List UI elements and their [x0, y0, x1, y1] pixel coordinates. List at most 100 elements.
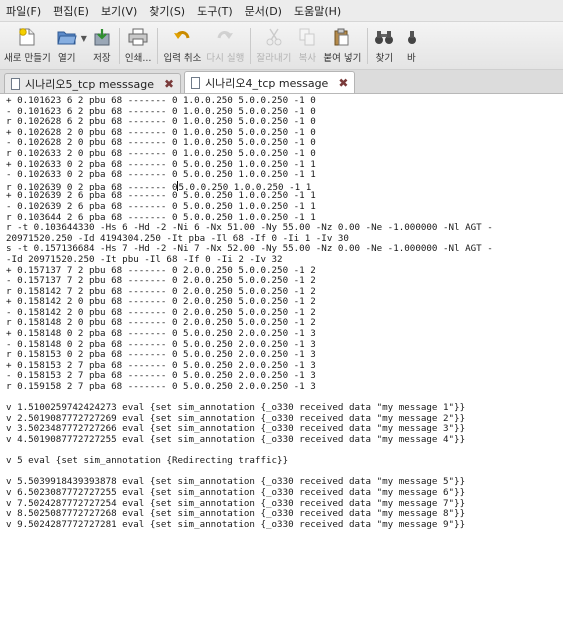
text-line: s -t 0.157136684 -Hs 7 -Hd -2 -Ni 7 -Nx …	[6, 244, 493, 255]
menu-view[interactable]: 보기(V)	[101, 3, 137, 19]
text-line: + 0.157137 7 2 pbu 68 ------- 0 2.0.0.25…	[6, 265, 316, 276]
tab-label: 시나리오4_tcp message	[205, 76, 329, 90]
open-button[interactable]: 열기	[56, 28, 78, 64]
text-line: v 5 eval {set sim_annotation {Redirectin…	[6, 456, 289, 467]
tab-scenario5[interactable]: 시나리오5_tcp messsage ✖	[4, 73, 182, 93]
replace-icon	[401, 28, 421, 46]
copy-icon	[297, 28, 317, 46]
text-line: - 0.101623 6 2 pbu 68 ------- 0 1.0.0.25…	[6, 106, 316, 117]
text-line: v 4.5019087772727255 eval {set sim_annot…	[6, 435, 466, 445]
text-line: + 0.158142 2 0 pbu 68 ------- 0 2.0.0.25…	[6, 297, 316, 308]
save-button[interactable]: 저장	[91, 28, 113, 64]
open-recent-arrow-icon[interactable]: ▼	[81, 34, 87, 43]
text-line: + 0.102628 2 0 pbu 68 ------- 0 1.0.0.25…	[6, 127, 316, 138]
text-line: + 0.101623 6 2 pbu 68 ------- 0 1.0.0.25…	[6, 96, 316, 106]
text-line: v 3.5023487772727266 eval {set sim_annot…	[6, 424, 466, 435]
new-button[interactable]: 새로 만들기	[4, 28, 51, 64]
new-label: 새로 만들기	[4, 53, 51, 64]
text-line: r 0.158142 7 2 pbu 68 ------- 0 2.0.0.25…	[6, 286, 316, 297]
text-line: v 9.5024287772727281 eval {set sim_annot…	[6, 519, 466, 530]
text-line: v 6.5023087772727255 eval {set sim_annot…	[6, 487, 466, 498]
toolbar-separator	[250, 28, 252, 64]
document-icon	[11, 77, 20, 90]
menu-edit[interactable]: 편집(E)	[53, 3, 89, 19]
copy-button[interactable]: 복사	[296, 28, 318, 64]
paste-button[interactable]: 붙여 넣기	[323, 28, 361, 64]
toolbar-separator	[118, 28, 120, 64]
text-line: - 0.102633 0 2 pba 68 ------- 0 5.0.0.25…	[6, 170, 316, 181]
text-line: + 0.102633 0 2 pba 68 ------- 0 5.0.0.25…	[6, 159, 316, 170]
redo-icon	[215, 28, 235, 46]
menu-tools[interactable]: 도구(T)	[197, 3, 233, 19]
text-line: -Id 20971520.250 -It pbu -Il 68 -If 0 -I…	[6, 254, 283, 265]
paste-icon	[332, 28, 352, 46]
scissors-icon	[264, 28, 284, 46]
text-line: - 0.157137 7 2 pbu 68 ------- 0 2.0.0.25…	[6, 276, 316, 287]
text-line: v 1.5100259742424273 eval {set sim_annot…	[6, 403, 466, 414]
toolbar: 새로 만들기 열기 ▼ 저장 인쇄... 입력 취소 다시 실행 잘라내기 복사…	[0, 22, 563, 70]
printer-icon	[128, 28, 148, 46]
new-document-icon	[17, 28, 37, 46]
toolbar-separator	[367, 28, 369, 64]
text-editor-window: 파일(F) 편집(E) 보기(V) 찾기(S) 도구(T) 문서(D) 도움말(…	[0, 0, 563, 641]
undo-label: 입력 취소	[163, 53, 202, 64]
undo-icon	[172, 28, 192, 46]
redo-button[interactable]: 다시 실행	[206, 28, 244, 64]
text-after-cursor: 5.0.0.250 1.0.0.250 -1 1	[178, 181, 312, 192]
text-line: v 8.5025087772727268 eval {set sim_annot…	[6, 509, 466, 520]
paste-label: 붙여 넣기	[323, 53, 362, 64]
find-button[interactable]: 찾기	[373, 28, 395, 64]
text-line: 20971520.250 -Id 4194304.250 -It pba -Il…	[6, 233, 349, 244]
open-label: 열기	[57, 53, 76, 64]
editor-text-area[interactable]: + 0.101623 6 2 pbu 68 ------- 0 1.0.0.25…	[0, 96, 563, 641]
text-line: r 0.158148 2 0 pbu 68 ------- 0 2.0.0.25…	[6, 318, 316, 329]
undo-button[interactable]: 입력 취소	[163, 28, 201, 64]
binoculars-icon	[374, 28, 394, 46]
text-line: v 7.5024287772727254 eval {set sim_annot…	[6, 498, 466, 509]
copy-label: 복사	[298, 53, 317, 64]
toolbar-separator	[157, 28, 159, 64]
text-line: - 0.158148 0 2 pba 68 ------- 0 5.0.0.25…	[6, 339, 316, 350]
text-line: + 0.158148 0 2 pba 68 ------- 0 5.0.0.25…	[6, 329, 316, 340]
cut-button[interactable]: 잘라내기	[256, 28, 291, 64]
text-line: v 5.5039918439393878 eval {set sim_annot…	[6, 477, 466, 488]
document-icon	[191, 76, 201, 89]
menu-bar: 파일(F) 편집(E) 보기(V) 찾기(S) 도구(T) 문서(D) 도움말(…	[0, 0, 563, 22]
close-icon[interactable]: ✖	[164, 77, 174, 91]
text-line: r 0.158153 0 2 pba 68 ------- 0 5.0.0.25…	[6, 350, 316, 361]
tab-scenario4[interactable]: 시나리오4_tcp message ✖	[184, 71, 356, 93]
text-line: - 0.158142 2 0 pbu 68 ------- 0 2.0.0.25…	[6, 307, 316, 318]
text-line: v 2.5019087772727269 eval {set sim_annot…	[6, 413, 466, 424]
text-line: r 0.103644 2 6 pba 68 ------- 0 5.0.0.25…	[6, 212, 316, 223]
text-line: + 0.158153 2 7 pba 68 ------- 0 5.0.0.25…	[6, 360, 316, 371]
text-before-cursor: r 0.102639 0 2 pba 68 ------- 0	[6, 181, 178, 192]
replace-label: 바	[406, 53, 416, 64]
folder-open-icon	[57, 28, 77, 46]
replace-button[interactable]: 바	[400, 28, 422, 64]
text-line: - 0.102639 2 6 pba 68 ------- 0 5.0.0.25…	[6, 201, 316, 212]
print-button[interactable]: 인쇄...	[124, 28, 152, 64]
text-line: r 0.102628 6 2 pbu 68 ------- 0 1.0.0.25…	[6, 117, 316, 128]
find-label: 찾기	[375, 53, 394, 64]
menu-search[interactable]: 찾기(S)	[149, 3, 185, 19]
text-line: r -t 0.103644330 -Hs 6 -Hd -2 -Ni 6 -Nx …	[6, 223, 493, 234]
document-tab-bar: 시나리오5_tcp messsage ✖ 시나리오4_tcp message ✖	[0, 70, 563, 94]
cut-label: 잘라내기	[256, 53, 292, 64]
menu-documents[interactable]: 문서(D)	[245, 3, 282, 19]
text-line: r 0.102633 2 0 pbu 68 ------- 0 1.0.0.25…	[6, 148, 316, 159]
text-line: + 0.102639 2 6 pba 68 ------- 0 5.0.0.25…	[6, 191, 316, 202]
save-label: 저장	[93, 53, 111, 64]
menu-help[interactable]: 도움말(H)	[294, 3, 341, 19]
save-icon	[92, 28, 112, 46]
tab-label: 시나리오5_tcp messsage	[25, 77, 154, 91]
text-line: r 0.159158 2 7 pba 68 ------- 0 5.0.0.25…	[6, 382, 316, 393]
text-line-with-cursor: r 0.102639 0 2 pba 68 ------- 05.0.0.250…	[0, 180, 563, 192]
redo-label: 다시 실행	[206, 53, 245, 64]
text-line: - 0.102628 2 0 pbu 68 ------- 0 1.0.0.25…	[6, 138, 316, 149]
text-line: - 0.158153 2 7 pba 68 ------- 0 5.0.0.25…	[6, 371, 316, 382]
close-icon[interactable]: ✖	[338, 76, 348, 90]
print-label: 인쇄...	[124, 53, 152, 64]
menu-file[interactable]: 파일(F)	[6, 3, 41, 19]
